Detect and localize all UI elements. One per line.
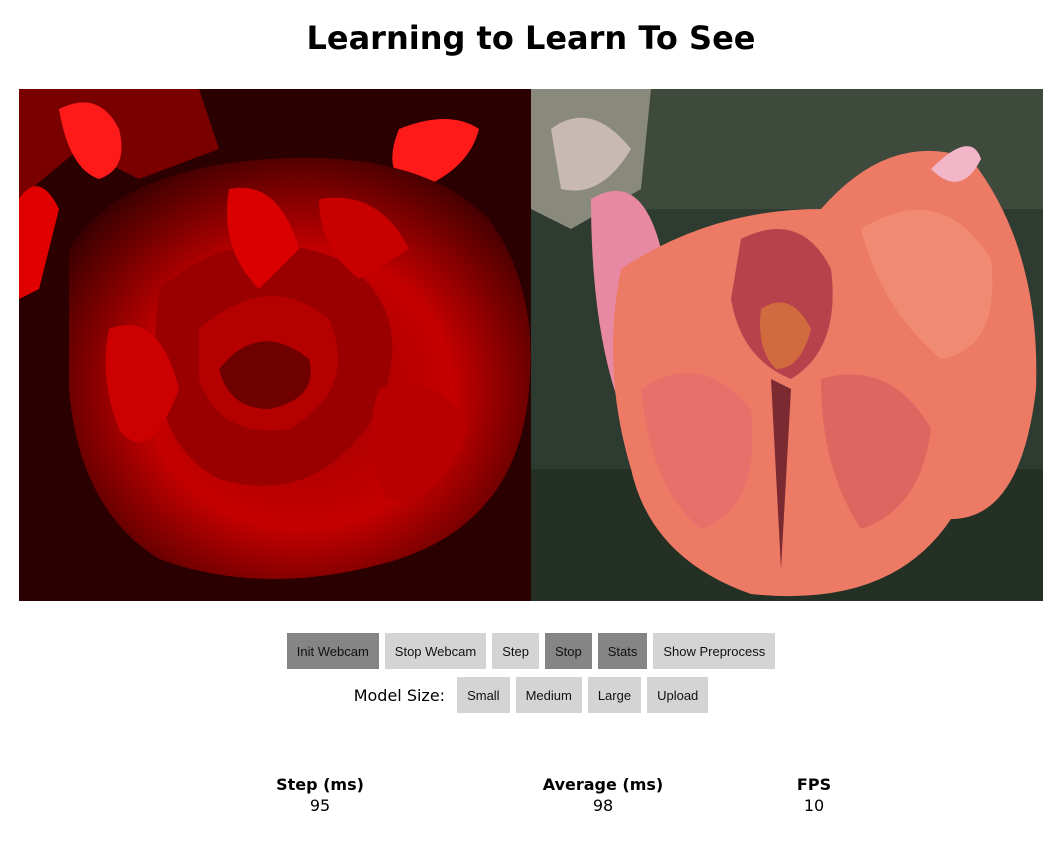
fps-stat-value: 10 — [803, 796, 825, 815]
init-webcam-button[interactable]: Init Webcam — [286, 633, 379, 669]
step-stat-label: Step (ms) — [276, 775, 364, 794]
stats-button[interactable]: Stats — [597, 633, 648, 669]
stop-webcam-button[interactable]: Stop Webcam — [384, 633, 487, 669]
model-medium-button[interactable]: Medium — [515, 677, 582, 713]
image-panels — [19, 89, 1043, 601]
fps-stat-label: FPS — [796, 775, 832, 794]
fps-stat: FPS 10 — [714, 775, 914, 817]
step-button[interactable]: Step — [492, 633, 539, 669]
step-stat: Step (ms) 95 — [220, 775, 420, 817]
average-stat-label: Average (ms) — [542, 775, 664, 794]
average-stat-value: 98 — [592, 796, 614, 815]
show-preprocess-button[interactable]: Show Preprocess — [653, 633, 776, 669]
generated-flower-image — [531, 89, 1043, 601]
average-stat: Average (ms) 98 — [503, 775, 703, 817]
page-title: Learning to Learn To See — [306, 19, 756, 57]
upload-button[interactable]: Upload — [647, 677, 709, 713]
model-size-label: Model Size: — [353, 685, 446, 705]
model-size-row: Model Size: Small Medium Large Upload — [0, 677, 1062, 713]
webcam-input-graphic — [19, 89, 531, 601]
step-stat-value: 95 — [309, 796, 331, 815]
stop-button[interactable]: Stop — [544, 633, 592, 669]
webcam-input-image — [19, 89, 531, 601]
generated-flower-graphic — [531, 89, 1043, 601]
model-small-button[interactable]: Small — [457, 677, 510, 713]
stats-panel: Step (ms) 95 Average (ms) 98 FPS 10 — [0, 775, 1062, 825]
model-large-button[interactable]: Large — [587, 677, 642, 713]
control-buttons-row: Init Webcam Stop Webcam Step Stop Stats … — [0, 633, 1062, 669]
